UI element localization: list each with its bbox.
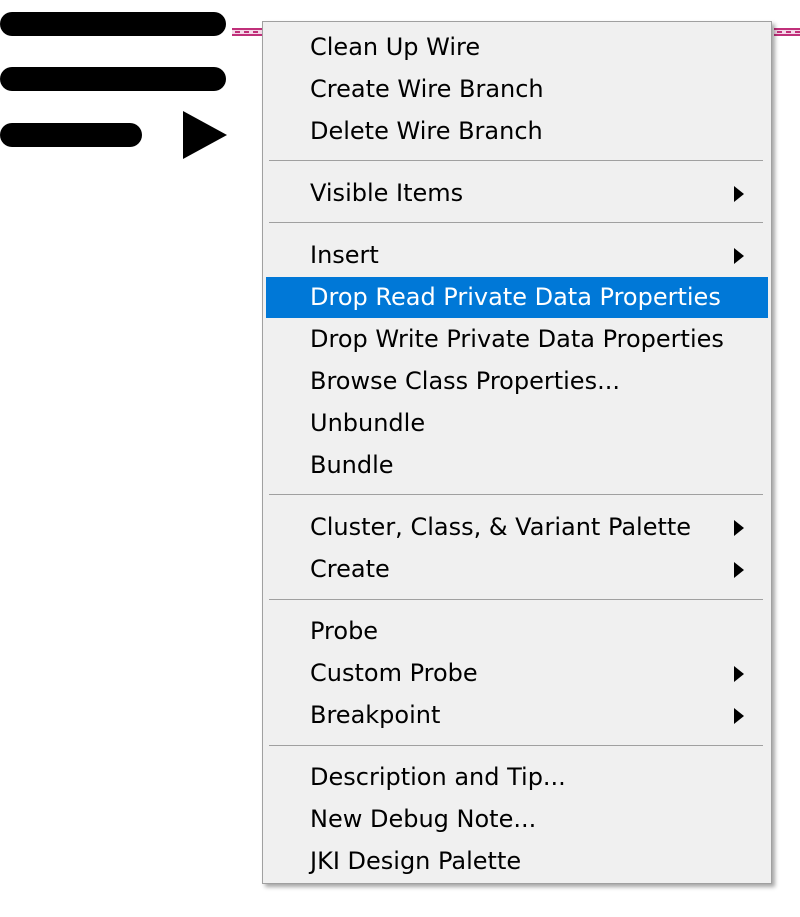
menu-item-label: Clean Up Wire <box>310 33 481 61</box>
menu-item-label: Bundle <box>310 451 394 479</box>
menu-item-bundle[interactable]: Bundle <box>266 445 768 486</box>
menu-separator <box>269 494 763 495</box>
menu-item-cluster-class-variant-palette[interactable]: Cluster, Class, & Variant Palette <box>266 507 768 548</box>
list-play-icon <box>0 0 240 170</box>
list-line-1 <box>0 12 226 36</box>
list-line-3 <box>0 123 142 147</box>
menu-separator <box>269 599 763 600</box>
menu-item-probe[interactable]: Probe <box>266 611 768 652</box>
menu-separator <box>269 222 763 223</box>
menu-separator <box>269 745 763 746</box>
menu-item-label: Drop Write Private Data Properties <box>310 325 724 353</box>
submenu-arrow-icon <box>734 665 744 682</box>
menu-item-label: Create Wire Branch <box>310 75 544 103</box>
menu-item-drop-read-private-data-properties[interactable]: Drop Read Private Data Properties <box>266 277 768 318</box>
menu-item-label: Browse Class Properties... <box>310 367 620 395</box>
menu-item-label: Insert <box>310 241 379 269</box>
menu-item-label: Unbundle <box>310 409 426 437</box>
submenu-arrow-icon <box>734 561 744 578</box>
menu-item-label: Custom Probe <box>310 659 478 687</box>
menu-item-label: Description and Tip... <box>310 763 566 791</box>
menu-item-new-debug-note[interactable]: New Debug Note... <box>266 799 768 840</box>
menu-item-insert[interactable]: Insert <box>266 235 768 276</box>
menu-item-label: Visible Items <box>310 179 464 207</box>
menu-item-label: JKI Design Palette <box>310 847 522 875</box>
menu-item-label: Cluster, Class, & Variant Palette <box>310 513 692 541</box>
menu-item-label: New Debug Note... <box>310 805 537 833</box>
context-menu: Clean Up Wire Create Wire Branch Delete … <box>262 21 772 884</box>
menu-item-jki-design-palette[interactable]: JKI Design Palette <box>266 841 768 882</box>
menu-item-label: Drop Read Private Data Properties <box>310 283 721 311</box>
menu-item-label: Breakpoint <box>310 701 441 729</box>
submenu-arrow-icon <box>734 247 744 264</box>
menu-item-create-wire-branch[interactable]: Create Wire Branch <box>266 69 768 110</box>
list-line-2 <box>0 67 226 91</box>
menu-item-browse-class-properties[interactable]: Browse Class Properties... <box>266 361 768 402</box>
menu-item-label: Probe <box>310 617 379 645</box>
play-triangle-icon <box>183 111 227 159</box>
menu-item-custom-probe[interactable]: Custom Probe <box>266 653 768 694</box>
submenu-arrow-icon <box>734 185 744 202</box>
menu-separator <box>269 160 763 161</box>
menu-item-label: Delete Wire Branch <box>310 117 543 145</box>
menu-item-visible-items[interactable]: Visible Items <box>266 173 768 214</box>
submenu-arrow-icon <box>734 707 744 724</box>
menu-item-label: Create <box>310 555 390 583</box>
menu-item-clean-up-wire[interactable]: Clean Up Wire <box>266 27 768 68</box>
submenu-arrow-icon <box>734 519 744 536</box>
menu-item-description-and-tip[interactable]: Description and Tip... <box>266 757 768 798</box>
wire-segment-right[interactable] <box>774 27 800 37</box>
menu-item-create[interactable]: Create <box>266 549 768 590</box>
menu-item-breakpoint[interactable]: Breakpoint <box>266 695 768 736</box>
menu-item-unbundle[interactable]: Unbundle <box>266 403 768 444</box>
menu-item-drop-write-private-data-properties[interactable]: Drop Write Private Data Properties <box>266 319 768 360</box>
menu-item-delete-wire-branch[interactable]: Delete Wire Branch <box>266 111 768 152</box>
wire-segment-left[interactable] <box>232 27 264 37</box>
